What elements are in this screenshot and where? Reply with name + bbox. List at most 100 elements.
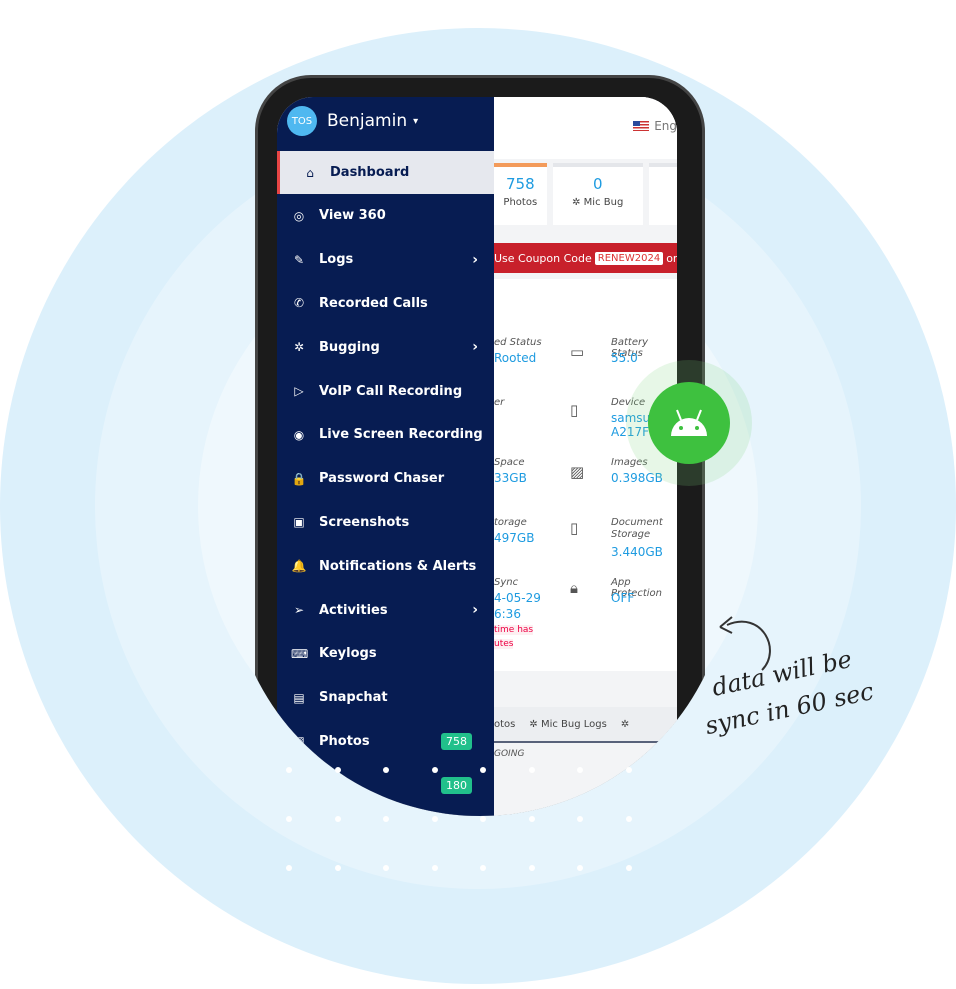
banner-text-end: on che xyxy=(666,251,677,265)
sidebar-item-live-screen-recording[interactable]: ◉ Live Screen Recording xyxy=(277,413,494,457)
tab-photos[interactable]: otos xyxy=(494,719,515,730)
sidebar-item-bugging[interactable]: ✲ Bugging › xyxy=(277,325,494,369)
decorative-dot xyxy=(528,767,535,773)
file-icon: ▤ xyxy=(293,690,305,705)
device-info-card: ed Status Rooted ▭ Battery Status 55.0 e… xyxy=(494,279,677,671)
bug-icon: ✲ xyxy=(529,718,541,730)
sidebar-item-activities[interactable]: ➢ Activities › xyxy=(277,588,494,632)
user-switcher[interactable]: TOS Benjamin ▾ xyxy=(277,97,494,145)
phone-icon: ✆ xyxy=(293,296,305,311)
sidebar-item-label: Dashboard xyxy=(330,165,410,180)
keyboard-icon: ⌨ xyxy=(291,646,309,661)
sidebar-item-dashboard[interactable]: ⌂ Dashboard xyxy=(277,151,494,194)
decorative-dot xyxy=(334,767,341,773)
decorative-dot xyxy=(286,816,292,822)
sync-label: Sync xyxy=(494,577,519,588)
bell-icon: 🔔 xyxy=(291,559,307,574)
device-model: A217F xyxy=(611,425,650,439)
space-value: 33GB xyxy=(494,471,527,485)
lock-icon: 🔒 xyxy=(291,471,307,486)
sidebar-item-keylogs[interactable]: ⌨ Keylogs xyxy=(277,632,494,676)
document-value: 3.440GB xyxy=(611,545,663,559)
chevron-right-icon: › xyxy=(472,339,478,356)
user-name: Benjamin xyxy=(327,111,408,131)
language-selector[interactable]: Eng xyxy=(633,119,677,133)
home-icon: ⌂ xyxy=(306,165,314,180)
sidebar-item-label: Screenshots xyxy=(319,514,410,530)
sidebar-item-voip-call-recording[interactable]: ▷ VoIP Call Recording xyxy=(277,369,494,413)
avatar: TOS xyxy=(287,106,317,136)
sidebar-item-label: View 360 xyxy=(319,208,386,224)
banner-text: Use Coupon Code xyxy=(494,251,592,265)
sidebar-item-label: Recorded Calls xyxy=(319,295,428,311)
sidebar-item-label: Activities xyxy=(319,602,388,618)
storage-value: 497GB xyxy=(494,531,535,545)
decorative-dot xyxy=(431,865,438,871)
sidebar-item-snapchat[interactable]: ▤ Snapchat xyxy=(277,676,494,720)
bug-icon: ✲ xyxy=(572,197,581,208)
decorative-dot xyxy=(383,816,389,822)
sidebar-item-logs[interactable]: ✎ Logs › xyxy=(277,238,494,282)
stat-label: ✲ Mic Bug xyxy=(553,197,643,208)
log-tabs: otos ✲ Mic Bug Logs ✲ xyxy=(494,707,677,743)
sidebar-item-screenshots[interactable]: ▣ Screenshots xyxy=(277,501,494,545)
sync-warning: time has xyxy=(494,625,534,635)
chevron-down-icon: ▾ xyxy=(413,115,419,127)
decorative-dot xyxy=(431,767,438,773)
sidebar-item-label: Bugging xyxy=(319,339,380,355)
spy-icon: ◎ xyxy=(293,208,305,223)
count-badge: 758 xyxy=(441,733,472,750)
decorative-dot xyxy=(480,767,486,773)
document-label: Document xyxy=(611,517,663,528)
coupon-code: RENEW2024 xyxy=(595,252,663,265)
play-circle-icon: ◉ xyxy=(293,427,305,442)
stat-partial xyxy=(649,163,677,225)
count-badge: 180 xyxy=(441,777,472,794)
sidebar-item-label: Live Screen Recording xyxy=(319,427,483,443)
chevron-right-icon: › xyxy=(472,251,478,268)
sidebar-item-password-chaser[interactable]: 🔒 Password Chaser xyxy=(277,457,494,501)
decorative-dot xyxy=(431,816,438,822)
stat-label-text: Mic Bug xyxy=(583,197,624,208)
sidebar-item-label: Password Chaser xyxy=(319,471,445,487)
play-icon: ▷ xyxy=(294,384,304,399)
sidebar-item-notifications-alerts[interactable]: 🔔 Notifications & Alerts xyxy=(277,544,494,588)
stat-label: Photos xyxy=(503,197,538,208)
sync-time: 6:36 xyxy=(494,607,521,621)
sidebar-item-recorded-calls[interactable]: ✆ Recorded Calls xyxy=(277,282,494,326)
stat-photos[interactable]: 758 Photos xyxy=(494,163,547,225)
decorative-dot xyxy=(480,816,486,822)
coupon-banner[interactable]: Use Coupon CodeRENEW2024on che xyxy=(494,243,677,273)
top-bar: Eng xyxy=(494,97,677,159)
decorative-dot xyxy=(286,767,292,773)
images-value: 0.398GB xyxy=(611,471,663,485)
decorative-dot xyxy=(480,865,486,871)
decorative-dot xyxy=(625,767,632,773)
tab-mic-bug-logs[interactable]: ✲ Mic Bug Logs xyxy=(529,719,606,730)
bug-icon: ✲ xyxy=(620,718,630,730)
stat-value: 0 xyxy=(592,175,603,193)
stat-mic-bug[interactable]: 0 ✲ Mic Bug xyxy=(553,163,643,225)
sidebar-item-label: VoIP Call Recording xyxy=(319,383,463,399)
edit-icon: ✎ xyxy=(293,252,305,267)
decorative-dot xyxy=(383,767,389,773)
storage-label: torage xyxy=(494,517,527,528)
stats-row: 758 Photos 0 ✲ Mic Bug xyxy=(494,159,677,229)
android-icon xyxy=(671,409,707,436)
rooted-value: Rooted xyxy=(494,351,537,365)
decorative-dot xyxy=(577,816,583,822)
decorative-dot xyxy=(383,865,389,871)
sidebar-item-label: Keylogs xyxy=(319,646,377,662)
smartphone-icon: ▯ xyxy=(570,401,579,419)
sync-date: 4-05-29 xyxy=(494,591,541,605)
sidebar: TOS Benjamin ▾ ⌂ Dashboard ◎ View 360 ✎ Logs ›… xyxy=(277,97,494,857)
decorative-dot xyxy=(528,865,535,871)
decorative-dot xyxy=(625,865,632,871)
sidebar-item-view-360[interactable]: ◎ View 360 xyxy=(277,194,494,238)
decorative-dot xyxy=(334,865,341,871)
decorative-dot xyxy=(577,865,583,871)
phone-screen: TOS Benjamin ▾ ⌂ Dashboard ◎ View 360 ✎ Logs ›… xyxy=(277,97,677,857)
device-label: Device xyxy=(611,397,646,408)
decorative-dot xyxy=(286,865,292,871)
field-label: er xyxy=(494,397,505,408)
